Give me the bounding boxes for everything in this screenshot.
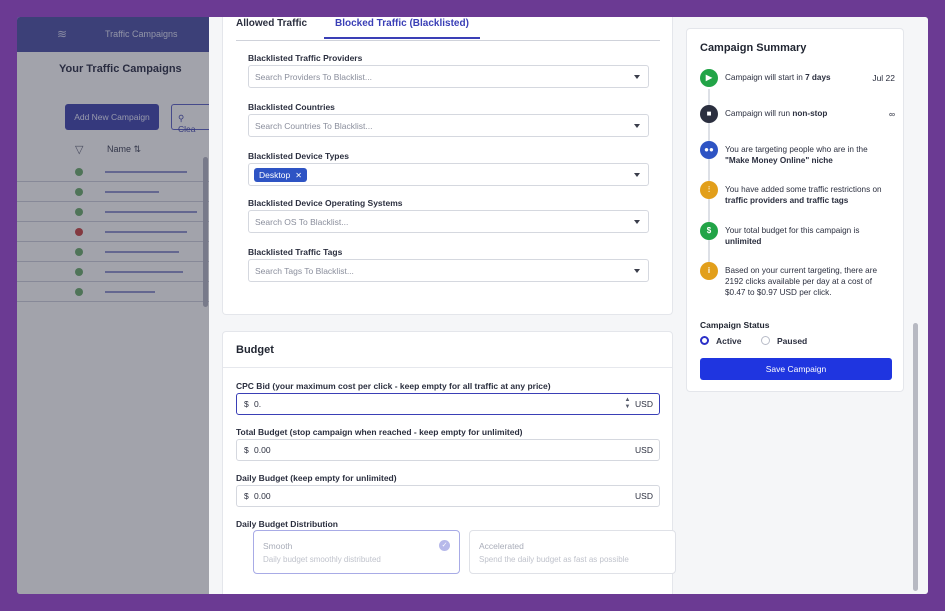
tags-select[interactable]: Search Tags To Blacklist...: [248, 259, 649, 282]
currency-symbol: $: [244, 399, 249, 409]
daily-budget-value: 0.00: [254, 491, 271, 501]
countries-label: Blacklisted Countries: [248, 102, 335, 112]
summary-budget: $ Your total budget for this campaign is…: [700, 222, 895, 248]
smooth-title: Smooth: [263, 541, 293, 551]
infinity-icon: ∞: [888, 109, 895, 119]
currency-symbol: $: [244, 445, 249, 455]
status-active-radio[interactable]: [700, 336, 709, 345]
estimate-line1: Based on your current targeting, there a…: [725, 266, 878, 275]
currency-unit: USD: [635, 445, 653, 455]
tags-label: Blacklisted Traffic Tags: [248, 247, 343, 257]
accelerated-description: Spend the daily budget as fast as possib…: [479, 555, 629, 564]
device-types-label: Blacklisted Device Types: [248, 151, 349, 161]
distribution-smooth-option[interactable]: Smooth Daily budget smoothly distributed…: [253, 530, 460, 574]
start-text: Campaign will start in 7 days: [725, 72, 897, 83]
providers-label: Blacklisted Traffic Providers: [248, 53, 363, 63]
currency-symbol: $: [244, 491, 249, 501]
summary-run: ■ Campaign will run non-stop ∞: [700, 105, 895, 125]
targeting-card: Allowed Traffic Blocked Traffic (Blackli…: [222, 17, 673, 315]
summary-title: Campaign Summary: [700, 42, 807, 54]
accelerated-title: Accelerated: [479, 541, 524, 551]
os-placeholder: Search OS To Blacklist...: [255, 217, 349, 227]
chevron-down-icon[interactable]: [634, 269, 640, 273]
estimate-line3: $0.47 to $0.97 USD per click.: [725, 288, 832, 297]
budget-line1: Your total budget for this campaign is: [725, 226, 860, 235]
start-text-days: 7 days: [805, 73, 831, 82]
device-types-select[interactable]: Desktop ✕: [248, 163, 649, 186]
distribution-label: Daily Budget Distribution: [236, 519, 338, 529]
distribution-accelerated-option[interactable]: Accelerated Spend the daily budget as fa…: [469, 530, 676, 574]
status-active-label[interactable]: Active: [716, 336, 742, 346]
cpc-value: 0.: [254, 399, 262, 409]
total-budget-input[interactable]: $ 0.00 USD: [236, 439, 660, 461]
save-campaign-button[interactable]: Save Campaign: [700, 358, 892, 380]
tab-blocked-traffic[interactable]: Blocked Traffic (Blacklisted): [324, 18, 480, 39]
targeting-line2: "Make Money Online" niche: [725, 156, 833, 165]
summary-targeting: ●● You are targeting people who are in t…: [700, 141, 895, 167]
check-icon: ✓: [439, 540, 450, 551]
cpc-label: CPC Bid (your maximum cost per click - k…: [236, 381, 551, 391]
chevron-down-icon[interactable]: [634, 220, 640, 224]
dollar-icon: $: [700, 222, 718, 240]
run-text: Campaign will run non-stop: [725, 108, 897, 119]
sliders-icon: ⫶: [700, 181, 718, 199]
budget-heading: Budget: [236, 344, 274, 356]
countries-select[interactable]: Search Countries To Blacklist...: [248, 114, 649, 137]
chevron-down-icon[interactable]: [634, 124, 640, 128]
tags-placeholder: Search Tags To Blacklist...: [255, 266, 354, 276]
currency-unit: USD: [635, 491, 653, 501]
total-budget-label: Total Budget (stop campaign when reached…: [236, 427, 523, 437]
estimate-line2: 2192 clicks available per day at a cost …: [725, 277, 873, 286]
providers-placeholder: Search Providers To Blacklist...: [255, 72, 372, 82]
users-icon: ●●: [700, 141, 718, 159]
chip-remove-icon[interactable]: ✕: [295, 171, 302, 180]
status-paused-radio[interactable]: [761, 336, 770, 345]
stepper-icon[interactable]: ▲ ▼: [624, 397, 631, 411]
daily-budget-label: Daily Budget (keep empty for unlimited): [236, 473, 397, 483]
device-chip[interactable]: Desktop ✕: [254, 168, 307, 182]
app-window: ≋ Traffic Campaigns Your Traffic Campaig…: [17, 17, 928, 594]
countries-placeholder: Search Countries To Blacklist...: [255, 121, 373, 131]
restrictions-line2: traffic providers and traffic tags: [725, 196, 849, 205]
targeting-line1: You are targeting people who are in the: [725, 145, 868, 154]
estimate-text: Based on your current targeting, there a…: [725, 265, 897, 298]
stop-icon: ■: [700, 105, 718, 123]
currency-unit: USD: [635, 399, 653, 409]
providers-select[interactable]: Search Providers To Blacklist...: [248, 65, 649, 88]
divider: [223, 367, 672, 368]
run-text-mode: non-stop: [792, 109, 828, 118]
os-select[interactable]: Search OS To Blacklist...: [248, 210, 649, 233]
campaign-status-label: Campaign Status: [700, 320, 770, 330]
budget-line2: unlimited: [725, 237, 762, 246]
status-paused-label[interactable]: Paused: [777, 336, 807, 346]
summary-start: ▶ Campaign will start in 7 days Jul 22: [700, 69, 895, 89]
drawer-scrollbar[interactable]: [913, 323, 918, 591]
device-chip-label: Desktop: [259, 170, 291, 180]
summary-estimate: i Based on your current targeting, there…: [700, 262, 895, 298]
smooth-description: Daily budget smoothly distributed: [263, 555, 381, 564]
start-date: Jul 22: [872, 73, 895, 83]
tab-allowed-traffic[interactable]: Allowed Traffic: [236, 18, 307, 29]
campaign-summary-card: Campaign Summary ▶ Campaign will start i…: [686, 28, 904, 392]
cpc-input[interactable]: $ 0. ▲ ▼ USD: [236, 393, 660, 415]
chevron-down-icon[interactable]: [634, 173, 640, 177]
targeting-text: You are targeting people who are in the "…: [725, 144, 897, 166]
summary-restrictions: ⫶ You have added some traffic restrictio…: [700, 181, 895, 207]
os-label: Blacklisted Device Operating Systems: [248, 198, 403, 208]
daily-budget-input[interactable]: $ 0.00 USD: [236, 485, 660, 507]
start-text-prefix: Campaign will start in: [725, 73, 806, 82]
chevron-down-icon[interactable]: [634, 75, 640, 79]
budget-text: Your total budget for this campaign is un…: [725, 225, 897, 247]
run-text-prefix: Campaign will run: [725, 109, 793, 118]
traffic-tabs: Allowed Traffic Blocked Traffic (Blackli…: [236, 17, 660, 41]
total-budget-value: 0.00: [254, 445, 271, 455]
restrictions-line1: You have added some traffic restrictions…: [725, 185, 882, 194]
play-icon: ▶: [700, 69, 718, 87]
campaign-drawer: Allowed Traffic Blocked Traffic (Blackli…: [209, 17, 928, 594]
info-icon: i: [700, 262, 718, 280]
restrictions-text: You have added some traffic restrictions…: [725, 184, 897, 206]
